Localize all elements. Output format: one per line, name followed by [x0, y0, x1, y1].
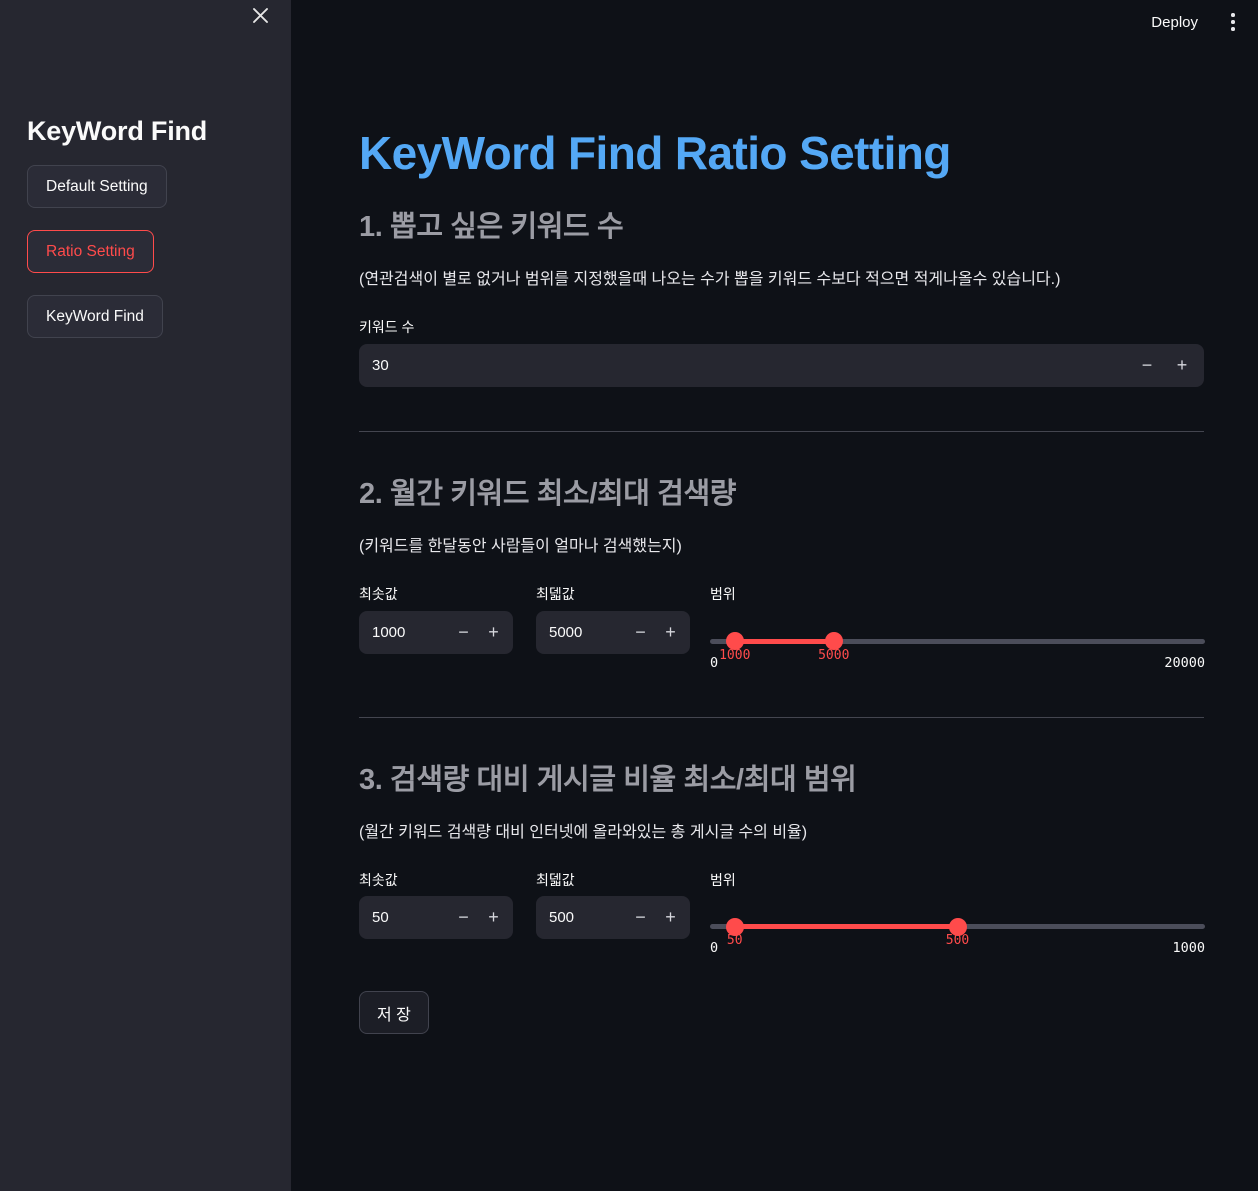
section-monthly-search-volume: 2. 월간 키워드 최소/최대 검색량 (키워드를 한달동안 사람들이 얼마나 …: [359, 476, 1205, 673]
plus-icon[interactable]: +: [1166, 344, 1204, 387]
max-field-group: 최덻값 5000 − +: [536, 586, 690, 654]
slider-upper-bound: 1000: [1172, 940, 1205, 957]
plus-icon[interactable]: +: [480, 611, 513, 654]
max-field-group: 최덻값 500 − +: [536, 872, 690, 940]
slider-upper-bound: 20000: [1164, 654, 1205, 671]
min-field-group: 최솟값 50 − +: [359, 872, 513, 940]
section-description: (키워드를 한달동안 사람들이 얼마나 검색했는지): [359, 537, 682, 555]
slider-track[interactable]: [710, 632, 1205, 650]
max-value: 500: [549, 909, 575, 927]
max-value-input[interactable]: 500 − +: [536, 896, 690, 940]
max-value-input[interactable]: 5000 − +: [536, 610, 690, 654]
slider-min-thumb[interactable]: [725, 917, 744, 936]
min-value-input[interactable]: 50 − +: [359, 896, 513, 940]
min-field-group: 최솟값 1000 − +: [359, 586, 513, 654]
keyword-count-value: 30: [372, 356, 389, 374]
minus-icon[interactable]: −: [447, 896, 480, 939]
plus-icon[interactable]: +: [657, 896, 690, 939]
page-content: KeyWord Find Ratio Setting 1. 뽑고 싶은 키워드 …: [359, 0, 1205, 1035]
max-label: 최덻값: [536, 585, 575, 602]
min-label: 최솟값: [359, 585, 398, 602]
sidebar-content: KeyWord Find Default Setting Ratio Setti…: [0, 0, 291, 360]
plus-icon[interactable]: +: [480, 896, 513, 939]
section-heading: 1. 뽑고 싶은 키워드 수: [359, 210, 624, 243]
slider-fill: [734, 924, 958, 930]
app-root: KeyWord Find Default Setting Ratio Setti…: [0, 0, 1258, 1191]
top-toolbar: Deploy: [1143, 0, 1258, 44]
save-button[interactable]: 저 장: [359, 991, 429, 1035]
sidebar-item-label: Ratio Setting: [46, 242, 135, 260]
section-description: (연관검색이 별로 없거나 범위를 지정했을때 나오는 수가 뽑을 키워드 수보…: [359, 270, 1061, 288]
range-slider-group: 범위 1000 5000 0 20000: [710, 586, 1205, 673]
main-area: Deploy KeyWord Find Ratio Setting 1. 뽑고 …: [291, 0, 1258, 1191]
deploy-button[interactable]: Deploy: [1143, 10, 1206, 35]
slider-lower-bound: 0: [710, 654, 719, 671]
min-steppers: − +: [447, 611, 513, 654]
keyword-count-label: 키워드 수: [359, 318, 415, 335]
minus-icon[interactable]: −: [624, 896, 657, 939]
sidebar-item-default-setting[interactable]: Default Setting: [27, 165, 167, 208]
range-controls-row: 최솟값 1000 − + 최덻값 5000 − + 범위 1000 5000 0…: [359, 586, 1205, 673]
max-steppers: − +: [624, 611, 690, 654]
divider: [359, 430, 1204, 432]
range-label: 범위: [710, 871, 736, 888]
sidebar-item-ratio-setting[interactable]: Ratio Setting: [27, 230, 154, 273]
plus-icon[interactable]: +: [657, 611, 690, 654]
close-icon[interactable]: [247, 2, 273, 28]
sidebar-item-label: Default Setting: [46, 177, 148, 195]
save-button-label: 저 장: [377, 1006, 411, 1024]
min-value-input[interactable]: 1000 − +: [359, 610, 513, 654]
min-value: 50: [372, 909, 389, 927]
min-label: 최솟값: [359, 871, 398, 888]
slider-max-thumb[interactable]: [948, 917, 967, 936]
sidebar-item-label: KeyWord Find: [46, 307, 144, 325]
more-vertical-icon[interactable]: [1220, 8, 1246, 36]
sidebar-nav: Default Setting Ratio Setting KeyWord Fi…: [27, 165, 264, 360]
section-heading: 2. 월간 키워드 최소/최대 검색량: [359, 477, 737, 510]
slider-bounds: 0 20000: [710, 655, 1205, 673]
keyword-count-input[interactable]: 30 − +: [359, 343, 1204, 387]
section-keyword-count: 1. 뽑고 싶은 키워드 수 (연관검색이 별로 없거나 범위를 지정했을때 나…: [359, 209, 1204, 387]
min-value: 1000: [372, 623, 406, 641]
min-steppers: − +: [447, 896, 513, 939]
section-heading: 3. 검색량 대비 게시글 비율 최소/최대 범위: [359, 763, 857, 796]
slider-track[interactable]: [710, 917, 1205, 936]
max-label: 최덻값: [536, 871, 575, 888]
minus-icon[interactable]: −: [1128, 344, 1166, 387]
range-label: 범위: [710, 585, 736, 602]
page-title: KeyWord Find Ratio Setting: [359, 127, 951, 179]
slider-min-thumb[interactable]: [725, 632, 744, 650]
minus-icon[interactable]: −: [624, 611, 657, 654]
range-controls-row: 최솟값 50 − + 최덻값 500 − + 범위 50 500 0 1000: [359, 872, 1205, 959]
slider-fill: [734, 638, 834, 644]
keyword-count-steppers: − +: [1128, 344, 1204, 387]
max-steppers: − +: [624, 896, 690, 939]
range-slider-group: 범위 50 500 0 1000: [710, 872, 1205, 959]
minus-icon[interactable]: −: [447, 611, 480, 654]
range-slider[interactable]: 1000 5000 0 20000: [710, 611, 1205, 673]
slider-lower-bound: 0: [710, 940, 719, 957]
section-post-ratio-range: 3. 검색량 대비 게시글 비율 최소/최대 범위 (월간 키워드 검색량 대비…: [359, 762, 1205, 1035]
sidebar-item-keyword-find[interactable]: KeyWord Find: [27, 295, 163, 338]
sidebar-title: KeyWord Find: [27, 116, 208, 146]
slider-max-thumb[interactable]: [824, 632, 843, 650]
section-description: (월간 키워드 검색량 대비 인터넷에 올라와있는 총 게시글 수의 비율): [359, 823, 808, 841]
max-value: 5000: [549, 623, 583, 641]
range-slider[interactable]: 50 500 0 1000: [710, 896, 1205, 958]
sidebar: KeyWord Find Default Setting Ratio Setti…: [0, 0, 291, 1191]
slider-bounds: 0 1000: [710, 940, 1205, 958]
divider: [359, 716, 1204, 718]
